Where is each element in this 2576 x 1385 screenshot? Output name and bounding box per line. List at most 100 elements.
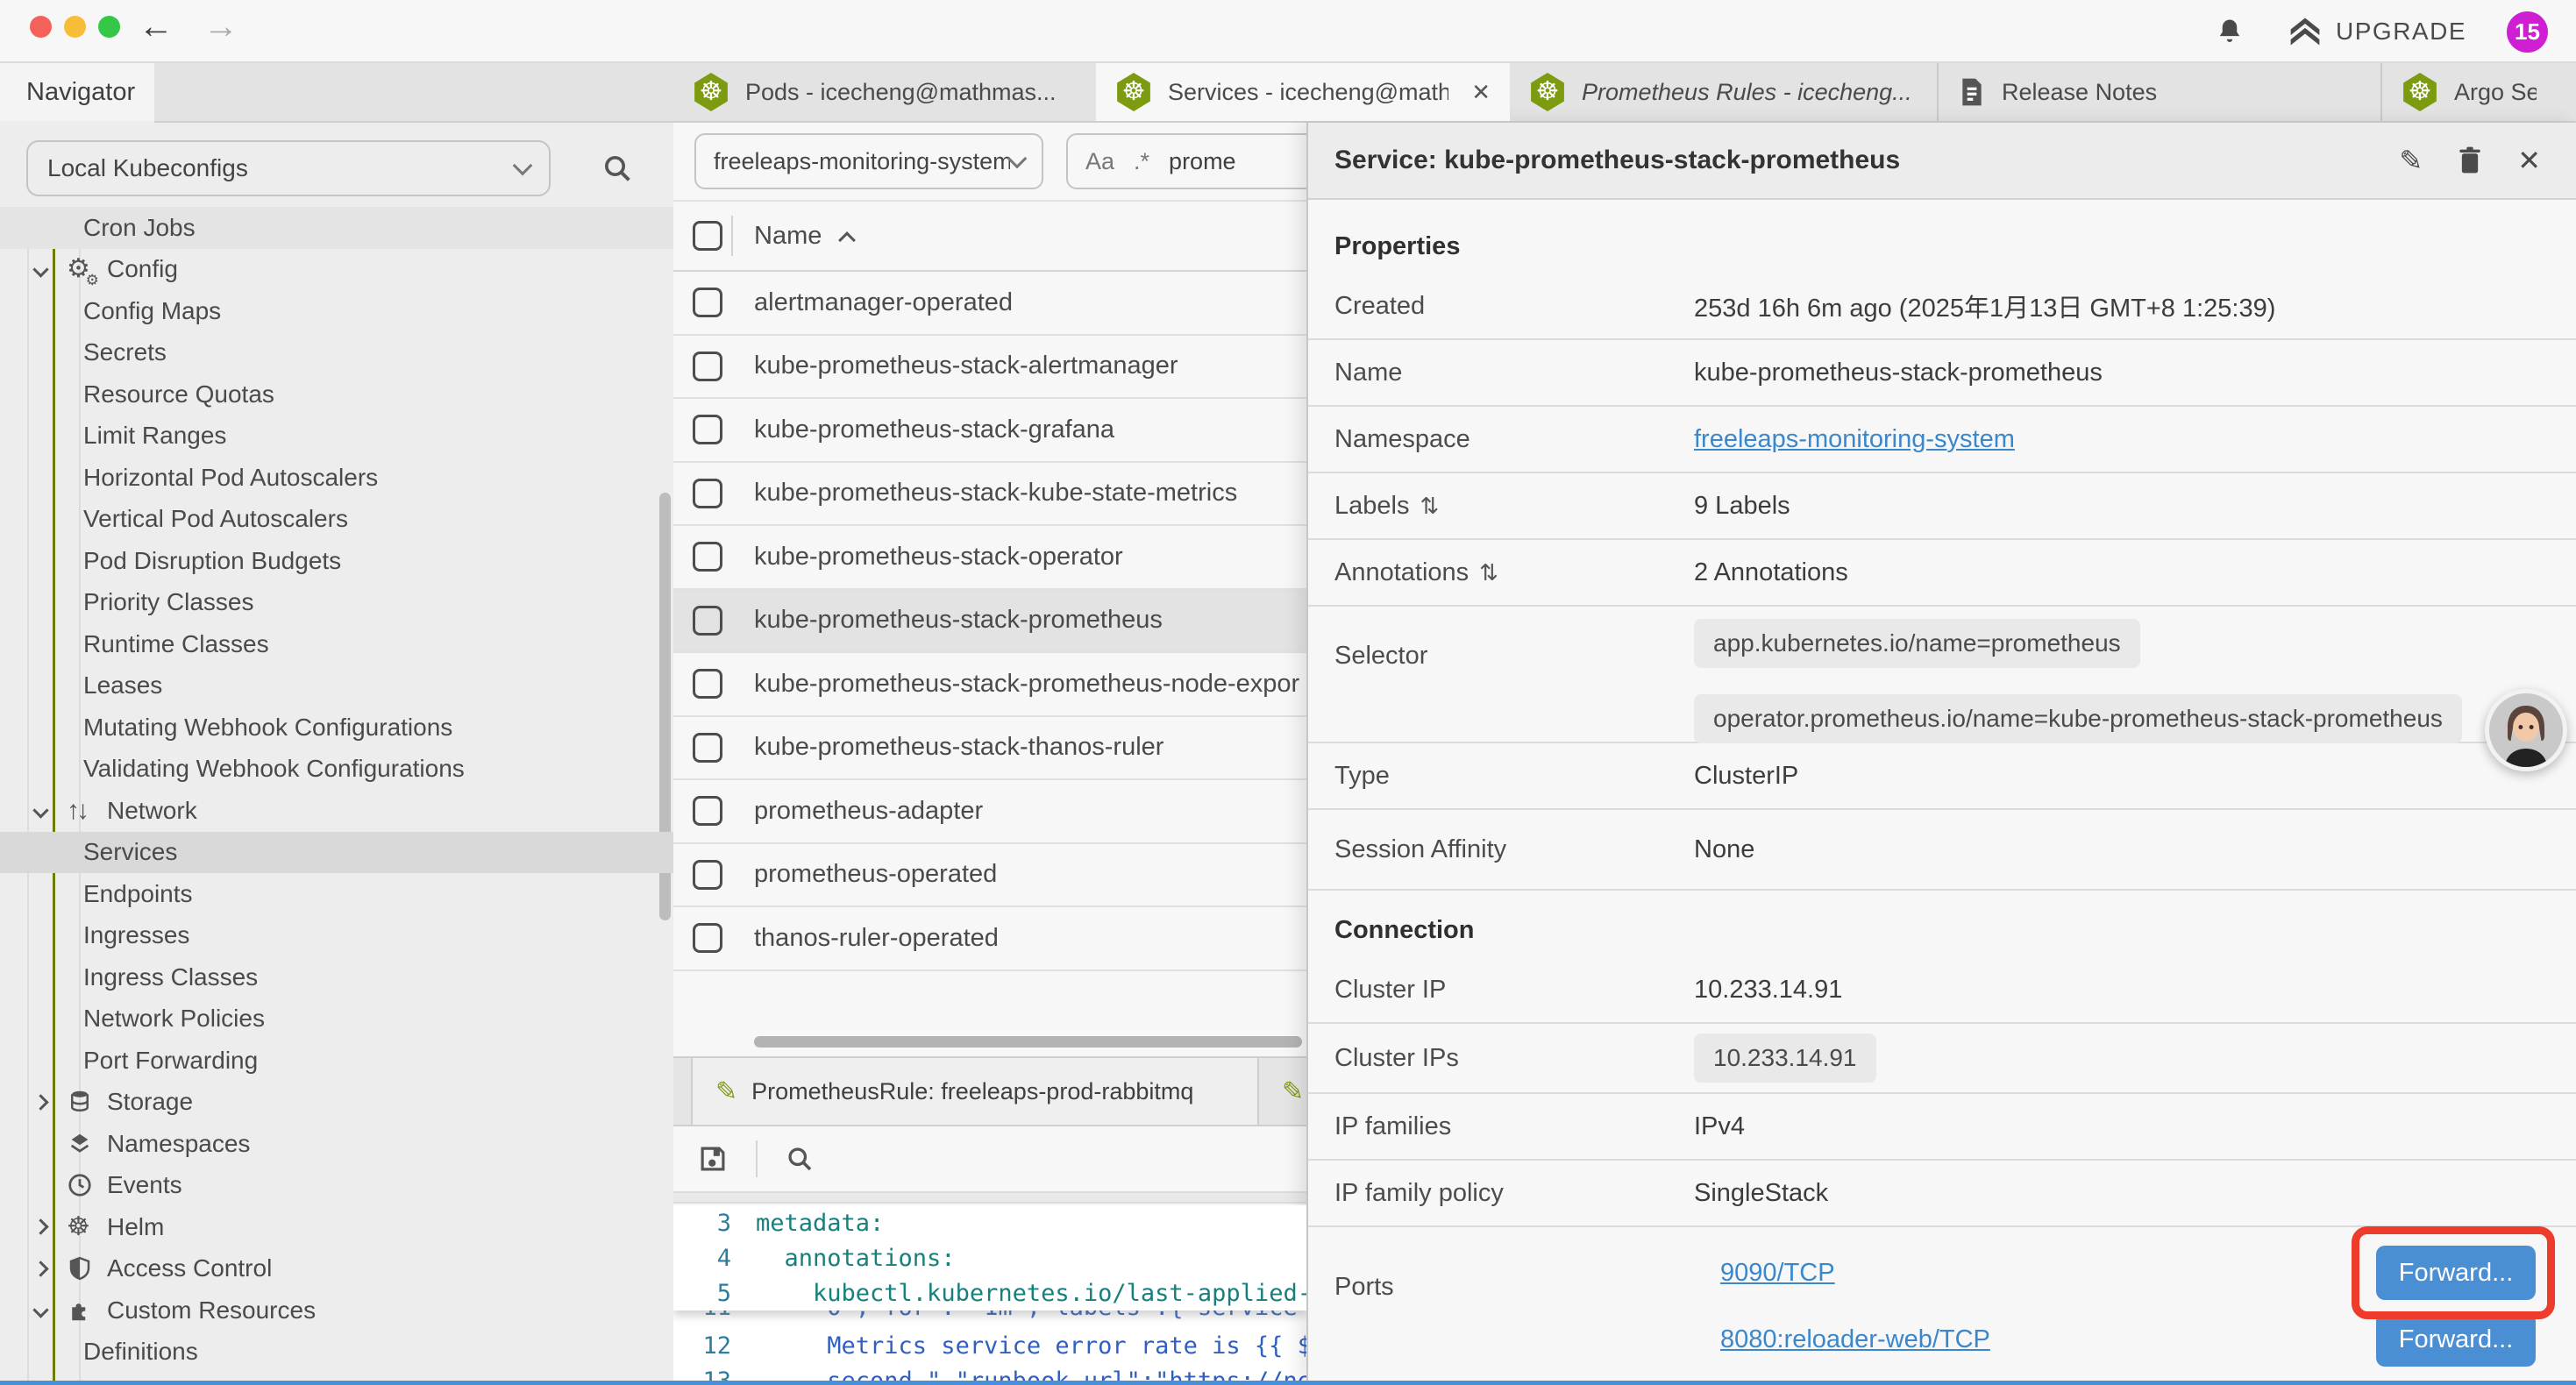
expand-collapse-icon[interactable]: ⇅	[1420, 493, 1439, 520]
sidebar-item-limit-ranges[interactable]: Limit Ranges	[0, 416, 673, 458]
row-checkbox[interactable]	[693, 796, 722, 826]
chevron-down-icon[interactable]	[35, 264, 67, 275]
select-all-checkbox[interactable]	[693, 221, 722, 251]
sidebar-item-storage[interactable]: Storage	[0, 1082, 673, 1124]
sidebar-item-ingress-classes[interactable]: Ingress Classes	[0, 956, 673, 998]
editor-search-icon[interactable]	[784, 1143, 815, 1175]
save-icon[interactable]	[696, 1142, 729, 1175]
code-line-11: 110", for : "1m", labels :{ service :	[673, 1310, 1306, 1328]
sort-ascending-icon	[838, 231, 856, 249]
minimize-window-button[interactable]	[64, 16, 86, 38]
search-icon[interactable]	[600, 151, 635, 186]
yaml-editor[interactable]: 3metadata:4annotations:5kubectl.kubernet…	[673, 1205, 1306, 1385]
expand-collapse-icon[interactable]: ⇅	[1479, 559, 1498, 586]
tab-services[interactable]: ☸Services - icecheng@math...✕	[1096, 63, 1510, 121]
notification-badge[interactable]: 15	[2507, 11, 2548, 53]
trash-icon[interactable]	[2456, 146, 2484, 175]
port-link[interactable]: 8080:reloader-web/TCP	[1720, 1325, 1990, 1354]
table-search-input[interactable]: Aa .* prome	[1066, 133, 1306, 189]
sidebar-item-helm[interactable]: ☸Helm	[0, 1206, 673, 1248]
name-column-header[interactable]: Name	[754, 222, 822, 251]
table-row[interactable]: kube-prometheus-stack-thanos-ruler	[673, 717, 1306, 781]
sidebar-item-events[interactable]: Events	[0, 1165, 673, 1207]
sidebar-item-namespaces[interactable]: Namespaces	[0, 1123, 673, 1165]
forward-port-button[interactable]: Forward...	[2376, 1312, 2536, 1367]
row-checkbox[interactable]	[693, 352, 722, 381]
table-row[interactable]: thanos-ruler-operated	[673, 907, 1306, 971]
sidebar-item-definitions[interactable]: Definitions	[0, 1332, 673, 1374]
table-row[interactable]: kube-prometheus-stack-kube-state-metrics	[673, 463, 1306, 527]
sidebar-item-resource-quotas[interactable]: Resource Quotas	[0, 373, 673, 416]
sidebar-item-custom-resources[interactable]: Custom Resources	[0, 1289, 673, 1332]
shield-icon	[67, 1255, 93, 1282]
row-checkbox[interactable]	[693, 288, 722, 317]
horizontal-scrollbar[interactable]	[754, 1036, 1302, 1048]
table-row[interactable]: prometheus-operated	[673, 844, 1306, 908]
tab-prometheus-rules[interactable]: ☸Prometheus Rules - icecheng...	[1510, 63, 1937, 121]
close-window-button[interactable]	[30, 16, 52, 38]
sidebar-item-ingresses[interactable]: Ingresses	[0, 915, 673, 957]
row-checkbox[interactable]	[693, 479, 722, 508]
row-checkbox[interactable]	[693, 923, 722, 953]
sidebar-item-secrets[interactable]: Secrets	[0, 332, 673, 374]
sidebar-item-priority-classes[interactable]: Priority Classes	[0, 582, 673, 624]
sidebar-item-runtime-classes[interactable]: Runtime Classes	[0, 623, 673, 665]
sidebar-item-vertical-pod-autoscalers[interactable]: Vertical Pod Autoscalers	[0, 499, 673, 541]
forward-port-button[interactable]: Forward...	[2376, 1246, 2536, 1300]
close-tab-icon[interactable]: ✕	[1471, 79, 1491, 106]
sidebar-item-horizontal-pod-autoscalers[interactable]: Horizontal Pod Autoscalers	[0, 457, 673, 499]
editor-tab-prometheusrule[interactable]: ✎ PrometheusRule: freeleaps-prod-rabbitm…	[691, 1058, 1259, 1125]
table-row[interactable]: prometheus-adapter	[673, 780, 1306, 844]
namespace-link[interactable]: freeleaps-monitoring-system	[1694, 425, 2015, 453]
sidebar-item-pod-disruption-budgets[interactable]: Pod Disruption Budgets	[0, 540, 673, 582]
maximize-window-button[interactable]	[98, 16, 120, 38]
sidebar-item-leases[interactable]: Leases	[0, 665, 673, 707]
forward-arrow-icon[interactable]: →	[203, 7, 238, 46]
sidebar-item-validating-webhook-configurations[interactable]: Validating Webhook Configurations	[0, 749, 673, 791]
sidebar-item-config-maps[interactable]: Config Maps	[0, 290, 673, 332]
row-checkbox[interactable]	[693, 542, 722, 572]
editor-tab-next[interactable]: ✎	[1259, 1058, 1306, 1125]
tab-argo[interactable]: ☸Argo Se	[2380, 63, 2556, 121]
row-checkbox[interactable]	[693, 733, 722, 763]
tab-release-notes[interactable]: Release Notes	[1937, 63, 2380, 121]
sidebar-item-endpoints[interactable]: Endpoints	[0, 873, 673, 915]
match-case-toggle[interactable]: Aa	[1085, 148, 1114, 175]
navigator-tab[interactable]: Navigator	[0, 63, 154, 121]
close-icon[interactable]: ✕	[2517, 144, 2541, 177]
regex-toggle[interactable]: .*	[1134, 148, 1149, 175]
table-row[interactable]: kube-prometheus-stack-alertmanager	[673, 336, 1306, 400]
row-checkbox[interactable]	[693, 669, 722, 699]
table-row[interactable]: kube-prometheus-stack-grafana	[673, 399, 1306, 463]
sidebar-item-cron-jobs[interactable]: Cron Jobs	[0, 207, 673, 249]
table-row[interactable]: kube-prometheus-stack-operator	[673, 526, 1306, 590]
row-checkbox[interactable]	[693, 415, 722, 444]
chevron-down-icon[interactable]	[35, 805, 67, 816]
row-checkbox[interactable]	[693, 606, 722, 636]
bell-icon[interactable]	[2213, 15, 2246, 48]
chevron-right-icon[interactable]	[35, 1097, 67, 1108]
edit-pencil-icon[interactable]: ✎	[2399, 144, 2423, 177]
double-chevron-up-icon	[2287, 16, 2323, 47]
sidebar-item-network-policies[interactable]: Network Policies	[0, 998, 673, 1041]
row-checkbox[interactable]	[693, 860, 722, 890]
sidebar-item-network[interactable]: ↑↓Network	[0, 790, 673, 832]
kubeconfig-selector[interactable]: Local Kubeconfigs	[26, 140, 551, 196]
table-row[interactable]: alertmanager-operated	[673, 272, 1306, 336]
upgrade-button[interactable]: UPGRADE	[2287, 16, 2466, 47]
chevron-right-icon[interactable]	[35, 1263, 67, 1275]
tab-pods[interactable]: ☸Pods - icecheng@mathmas...	[673, 63, 1096, 121]
sidebar-item-config[interactable]: ⚙⚙Config	[0, 249, 673, 291]
chevron-down-icon[interactable]	[35, 1304, 67, 1316]
namespace-filter-select[interactable]: freeleaps-monitoring-system	[694, 133, 1043, 189]
port-link[interactable]: 9090/TCP	[1720, 1259, 1835, 1288]
sidebar-item-access-control[interactable]: Access Control	[0, 1248, 673, 1290]
sidebar-item-services[interactable]: Services	[0, 832, 673, 874]
table-row[interactable]: kube-prometheus-stack-prometheus	[673, 590, 1306, 654]
sidebar-item-port-forwarding[interactable]: Port Forwarding	[0, 1040, 673, 1082]
back-arrow-icon[interactable]: ←	[139, 7, 174, 46]
chevron-right-icon[interactable]	[35, 1221, 67, 1232]
table-row[interactable]: kube-prometheus-stack-prometheus-node-ex…	[673, 653, 1306, 717]
chevron-down-icon	[1007, 149, 1028, 169]
sidebar-item-mutating-webhook-configurations[interactable]: Mutating Webhook Configurations	[0, 707, 673, 749]
